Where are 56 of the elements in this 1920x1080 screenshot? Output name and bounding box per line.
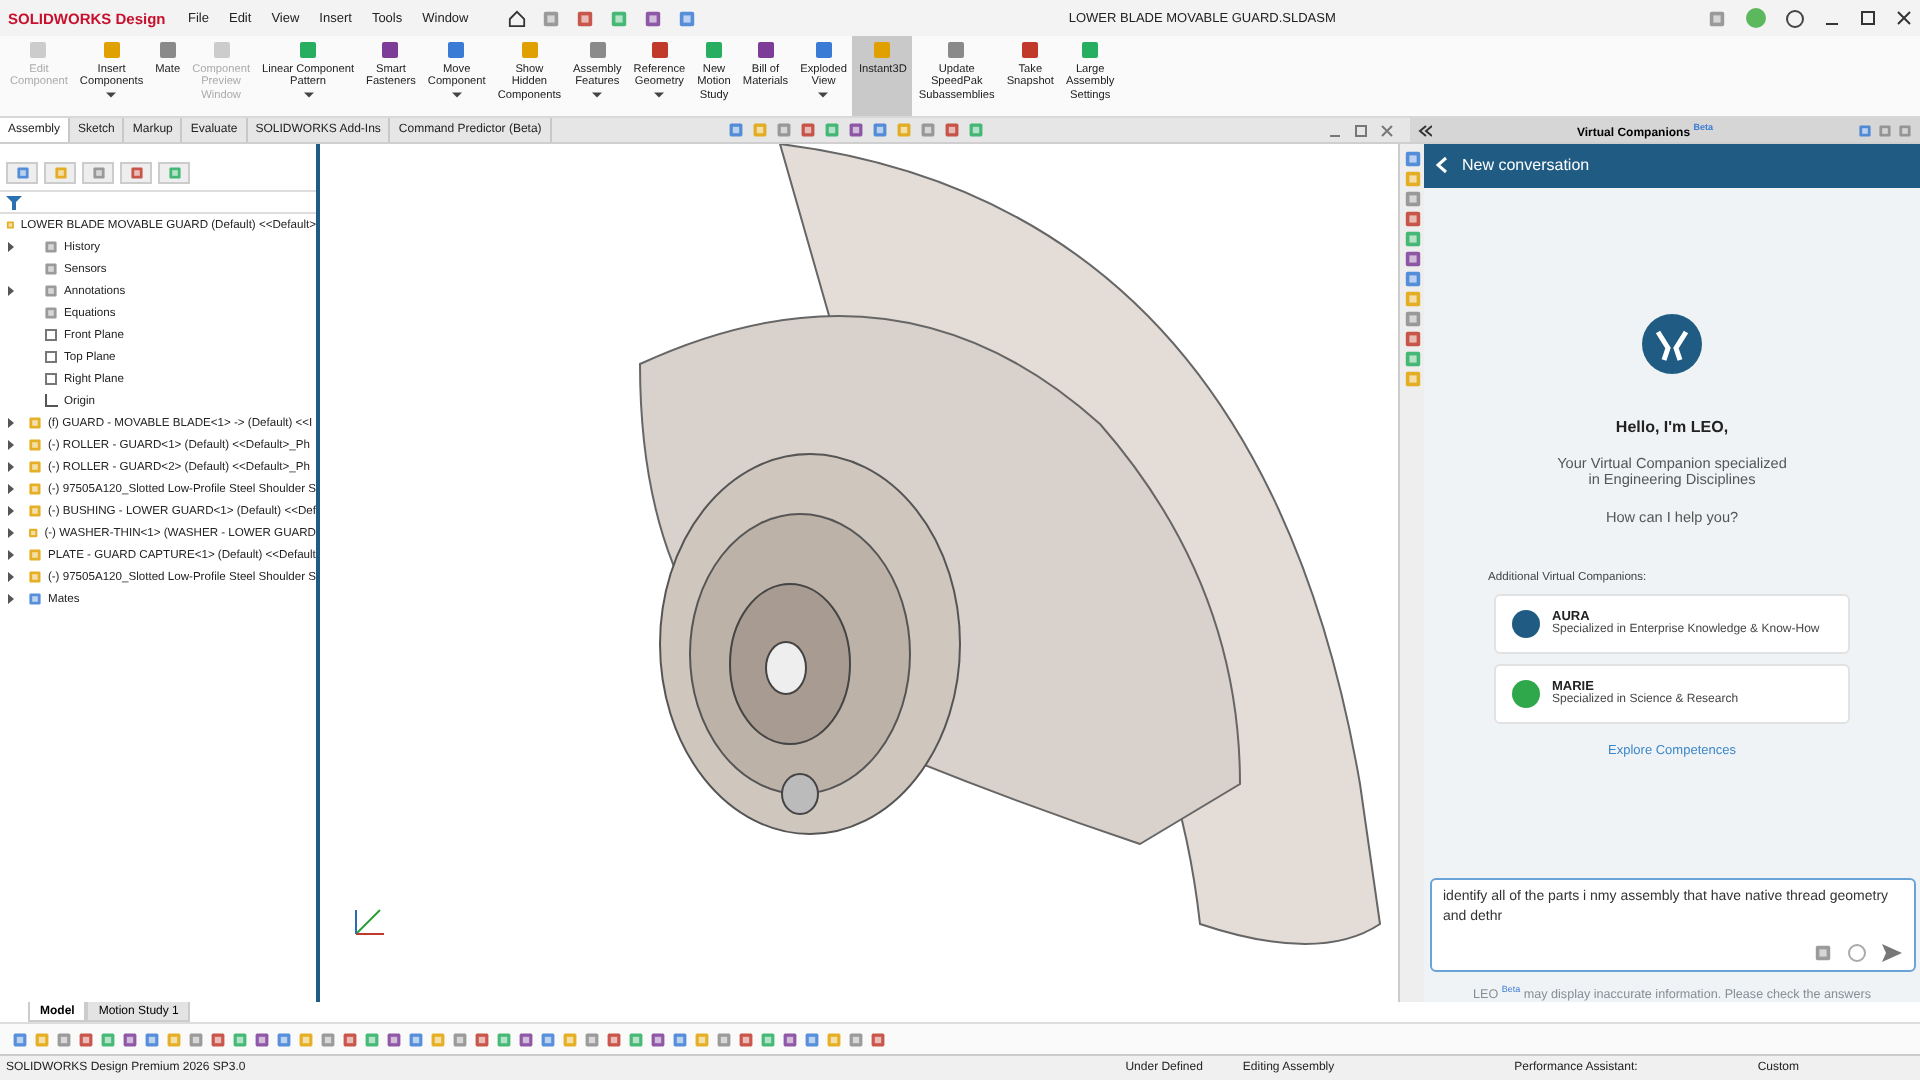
tool-icon <box>649 40 670 60</box>
origin-icon <box>44 394 58 408</box>
expand-arrow-icon[interactable] <box>6 286 16 296</box>
avatar-icon[interactable] <box>1746 8 1766 28</box>
send-icon[interactable] <box>1881 943 1901 962</box>
collapse-icon[interactable] <box>1418 123 1432 137</box>
caret-icon[interactable] <box>451 91 462 98</box>
filter-icon[interactable] <box>6 195 22 209</box>
panel-tab[interactable] <box>158 162 190 184</box>
assembly-icon <box>6 218 15 232</box>
expand-arrow-icon[interactable] <box>6 594 16 604</box>
mates-icon <box>28 592 42 606</box>
expand-arrow-icon[interactable] <box>6 550 16 560</box>
tool-icon <box>813 40 834 60</box>
caret-icon[interactable] <box>592 91 603 98</box>
part-icon <box>28 526 39 540</box>
panel-tab-icon <box>91 166 105 180</box>
panel-tab-icon <box>15 166 29 180</box>
expand-arrow-icon[interactable] <box>6 440 16 450</box>
restore-icon[interactable] <box>1860 10 1876 26</box>
panel-tab[interactable] <box>120 162 152 184</box>
conversation-title: New conversation <box>1462 156 1590 175</box>
expand-arrow-icon[interactable] <box>6 418 16 428</box>
expand-arrow-icon[interactable] <box>6 572 16 582</box>
back-icon[interactable] <box>1436 156 1448 175</box>
tool-icon <box>519 40 540 60</box>
caret-icon[interactable] <box>106 91 117 98</box>
caret-icon[interactable] <box>818 91 829 98</box>
tool-icon <box>157 40 178 60</box>
tool-icon <box>755 40 776 60</box>
tool-icon <box>101 40 122 60</box>
expand-arrow-icon[interactable] <box>6 528 16 538</box>
greeting-text: Hello, I'm LEO, <box>1615 417 1729 436</box>
expand-arrow-icon[interactable] <box>6 506 16 516</box>
tool-icon <box>1020 40 1041 60</box>
tool-icon <box>1080 40 1101 60</box>
expand-arrow-icon[interactable] <box>6 242 16 252</box>
panel-tab-icon <box>129 166 143 180</box>
panel-tab[interactable] <box>6 162 38 184</box>
caret-icon[interactable] <box>654 91 665 98</box>
tool-icon <box>704 40 724 60</box>
tool-icon <box>946 40 967 60</box>
panel-tab-icon <box>167 166 181 180</box>
close-icon[interactable] <box>1896 10 1912 26</box>
tool-icon <box>446 40 467 60</box>
home-icon[interactable] <box>508 9 527 27</box>
tool-icon <box>587 40 608 60</box>
tool-icon <box>298 40 319 60</box>
panel-tab[interactable] <box>82 162 114 184</box>
expand-arrow-icon[interactable] <box>6 462 16 472</box>
panel-tab-icon <box>53 166 67 180</box>
caret-icon[interactable] <box>303 91 314 98</box>
tool-icon <box>380 40 401 60</box>
tool-icon <box>872 40 893 60</box>
panel-tab[interactable] <box>44 162 76 184</box>
expand-arrow-icon[interactable] <box>6 484 16 494</box>
